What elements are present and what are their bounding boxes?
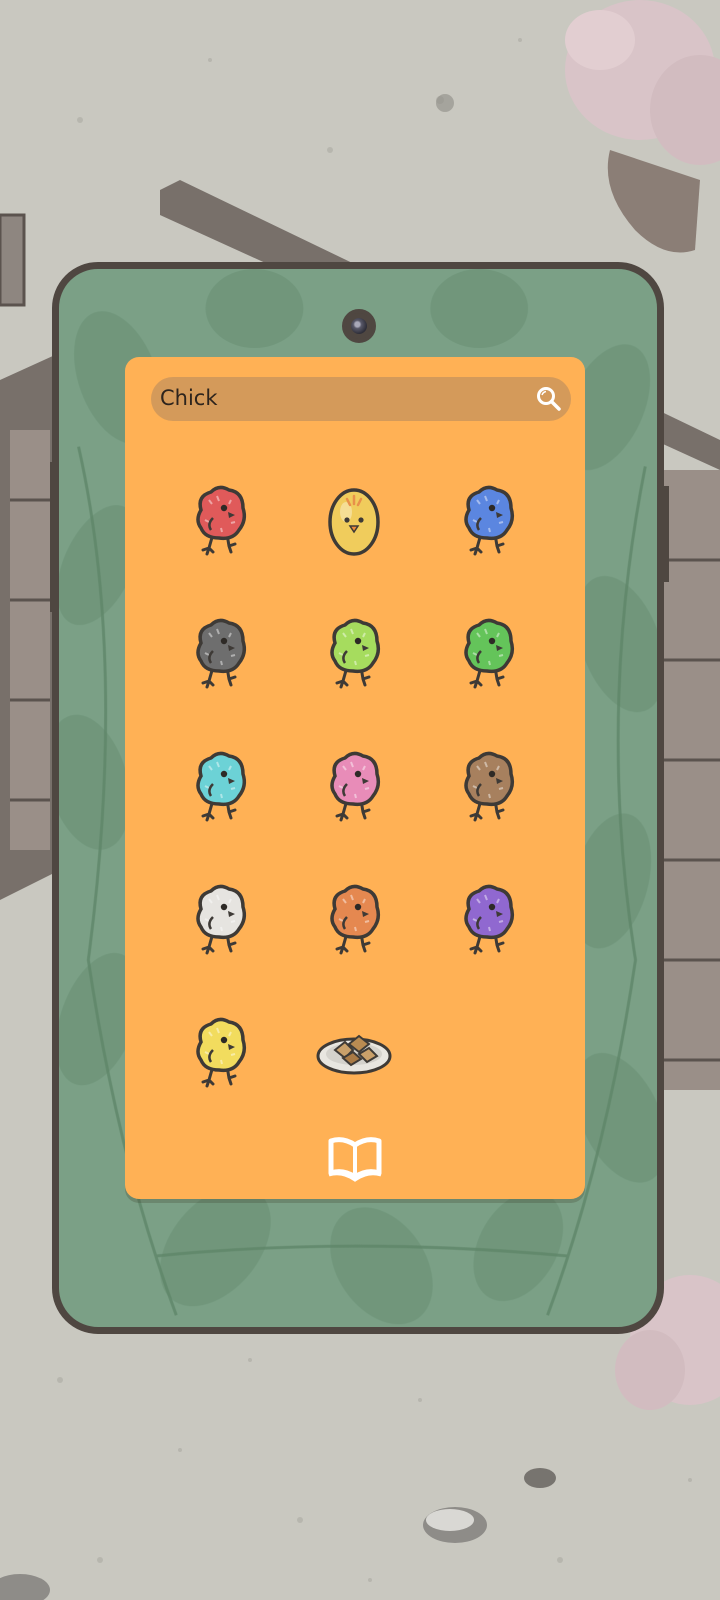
chick-item[interactable] [175,738,265,828]
chick-item[interactable] [443,871,533,961]
chick-item[interactable] [175,605,265,695]
chick-item[interactable] [443,605,533,695]
chick-item[interactable] [175,1004,265,1094]
chick-item[interactable] [175,871,265,961]
chick-item[interactable] [443,472,533,562]
chick-item[interactable] [309,605,399,695]
book-icon[interactable] [327,1133,383,1183]
chick-item[interactable] [309,871,399,961]
food-plate-item[interactable] [309,1004,399,1094]
egg-item[interactable] [309,472,399,562]
phone-device: Chick [52,262,664,1334]
chick-item[interactable] [309,738,399,828]
collection-panel: Chick [125,357,585,1199]
item-grid [125,357,585,1199]
chick-item[interactable] [175,472,265,562]
chick-item[interactable] [443,738,533,828]
phone-camera [342,309,376,343]
